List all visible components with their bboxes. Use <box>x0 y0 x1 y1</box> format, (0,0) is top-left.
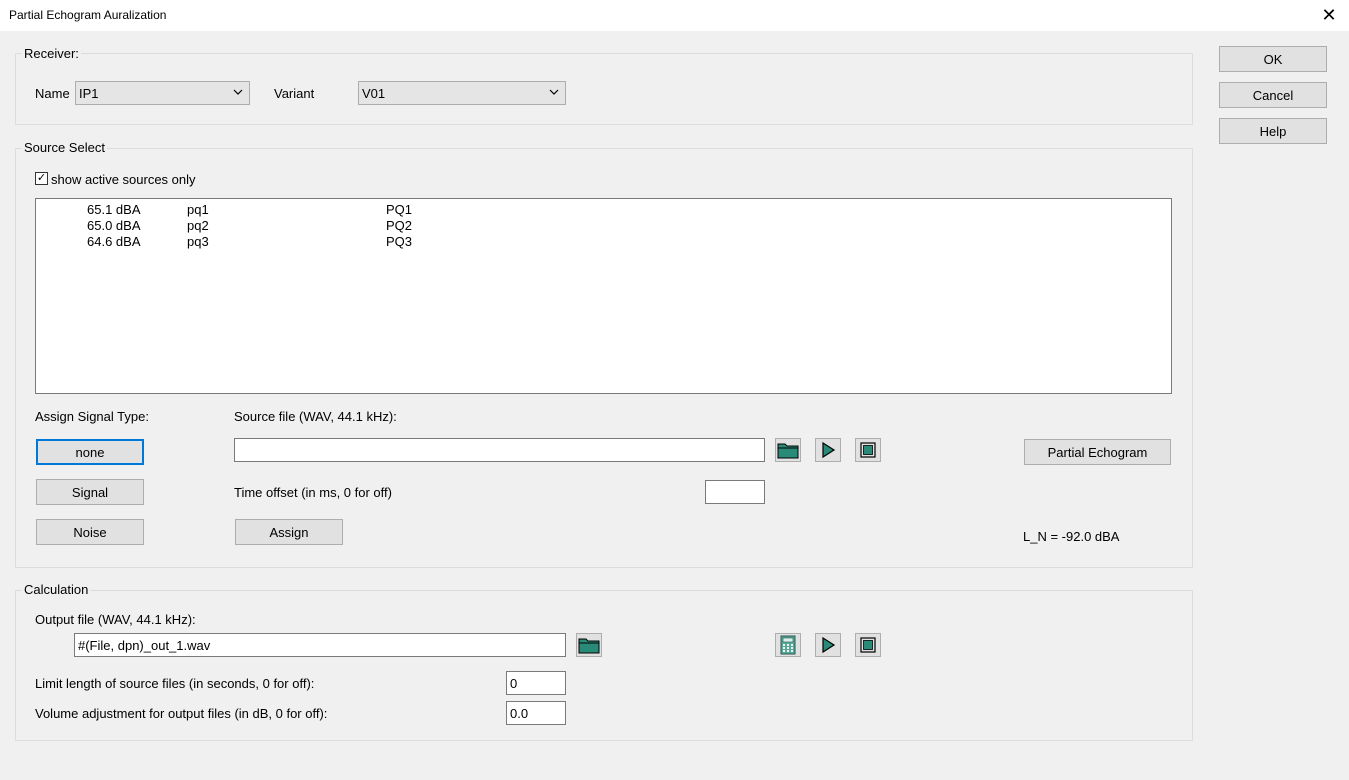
receiver-name-select[interactable]: IP1 <box>75 81 250 105</box>
play-icon <box>822 441 836 459</box>
limit-length-input[interactable]: 0 <box>506 671 566 695</box>
stop-output-button[interactable] <box>855 633 881 657</box>
folder-icon <box>578 638 600 654</box>
source-id: pq3 <box>187 234 209 249</box>
source-id: pq2 <box>187 218 209 233</box>
play-source-button[interactable] <box>815 438 841 462</box>
stop-icon <box>860 442 876 458</box>
time-offset-label: Time offset (in ms, 0 for off) <box>234 485 392 500</box>
limit-length-label: Limit length of source files (in seconds… <box>35 676 315 691</box>
cancel-button[interactable]: Cancel <box>1219 82 1327 108</box>
source-list[interactable]: 65.1 dBA pq1 PQ1 65.0 dBA pq2 PQ2 64.6 d… <box>35 198 1172 394</box>
receiver-legend: Receiver: <box>22 46 81 61</box>
source-level: 64.6 dBA <box>87 234 141 249</box>
volume-adjust-label: Volume adjustment for output files (in d… <box>35 706 328 721</box>
source-file-input[interactable] <box>234 438 765 462</box>
name-label: Name <box>35 86 70 101</box>
source-file-label: Source file (WAV, 44.1 kHz): <box>234 409 397 424</box>
receiver-name-value: IP1 <box>79 85 99 101</box>
output-file-input[interactable]: #(File, dpn)_out_1.wav <box>74 633 566 657</box>
play-icon <box>822 636 836 654</box>
help-button[interactable]: Help <box>1219 118 1327 144</box>
chevron-down-icon <box>549 85 559 102</box>
calculator-icon <box>780 635 796 655</box>
source-id: pq1 <box>187 202 209 217</box>
assign-signal-type-label: Assign Signal Type: <box>35 409 149 424</box>
title-bar <box>0 0 1349 31</box>
play-output-button[interactable] <box>815 633 841 657</box>
none-button[interactable]: none <box>36 439 144 465</box>
noise-button[interactable]: Noise <box>36 519 144 545</box>
ok-button[interactable]: OK <box>1219 46 1327 72</box>
show-active-sources-checkbox[interactable]: ✓ <box>35 172 48 185</box>
variant-label: Variant <box>274 86 315 101</box>
show-active-sources-label: show active sources only <box>51 172 196 187</box>
source-name: PQ3 <box>386 234 413 249</box>
output-file-label: Output file (WAV, 44.1 kHz): <box>35 612 196 627</box>
time-offset-input[interactable] <box>705 480 765 504</box>
signal-button[interactable]: Signal <box>36 479 144 505</box>
variant-value: V01 <box>362 85 386 101</box>
folder-icon <box>777 443 799 459</box>
browse-source-button[interactable] <box>775 438 801 462</box>
variant-select[interactable]: V01 <box>358 81 566 105</box>
list-item[interactable]: 64.6 dBA pq3 PQ3 <box>36 234 1171 250</box>
stop-icon <box>860 637 876 653</box>
assign-button[interactable]: Assign <box>235 519 343 545</box>
chevron-down-icon <box>233 85 243 102</box>
browse-output-button[interactable] <box>576 633 602 657</box>
calculation-legend: Calculation <box>22 582 91 597</box>
close-icon[interactable]: ✕ <box>1319 4 1339 26</box>
source-level: 65.0 dBA <box>87 218 141 233</box>
list-item[interactable]: 65.1 dBA pq1 PQ1 <box>36 202 1171 218</box>
ln-readout: L_N = -92.0 dBA <box>1023 529 1120 544</box>
calculate-button[interactable] <box>775 633 801 657</box>
source-name: PQ1 <box>386 202 413 217</box>
source-level: 65.1 dBA <box>87 202 141 217</box>
stop-source-button[interactable] <box>855 438 881 462</box>
window-title: Partial Echogram Auralization <box>9 8 167 22</box>
partial-echogram-button[interactable]: Partial Echogram <box>1024 439 1171 465</box>
source-name: PQ2 <box>386 218 413 233</box>
list-item[interactable]: 65.0 dBA pq2 PQ2 <box>36 218 1171 234</box>
volume-adjust-input[interactable]: 0.0 <box>506 701 566 725</box>
source-select-legend: Source Select <box>22 140 107 155</box>
